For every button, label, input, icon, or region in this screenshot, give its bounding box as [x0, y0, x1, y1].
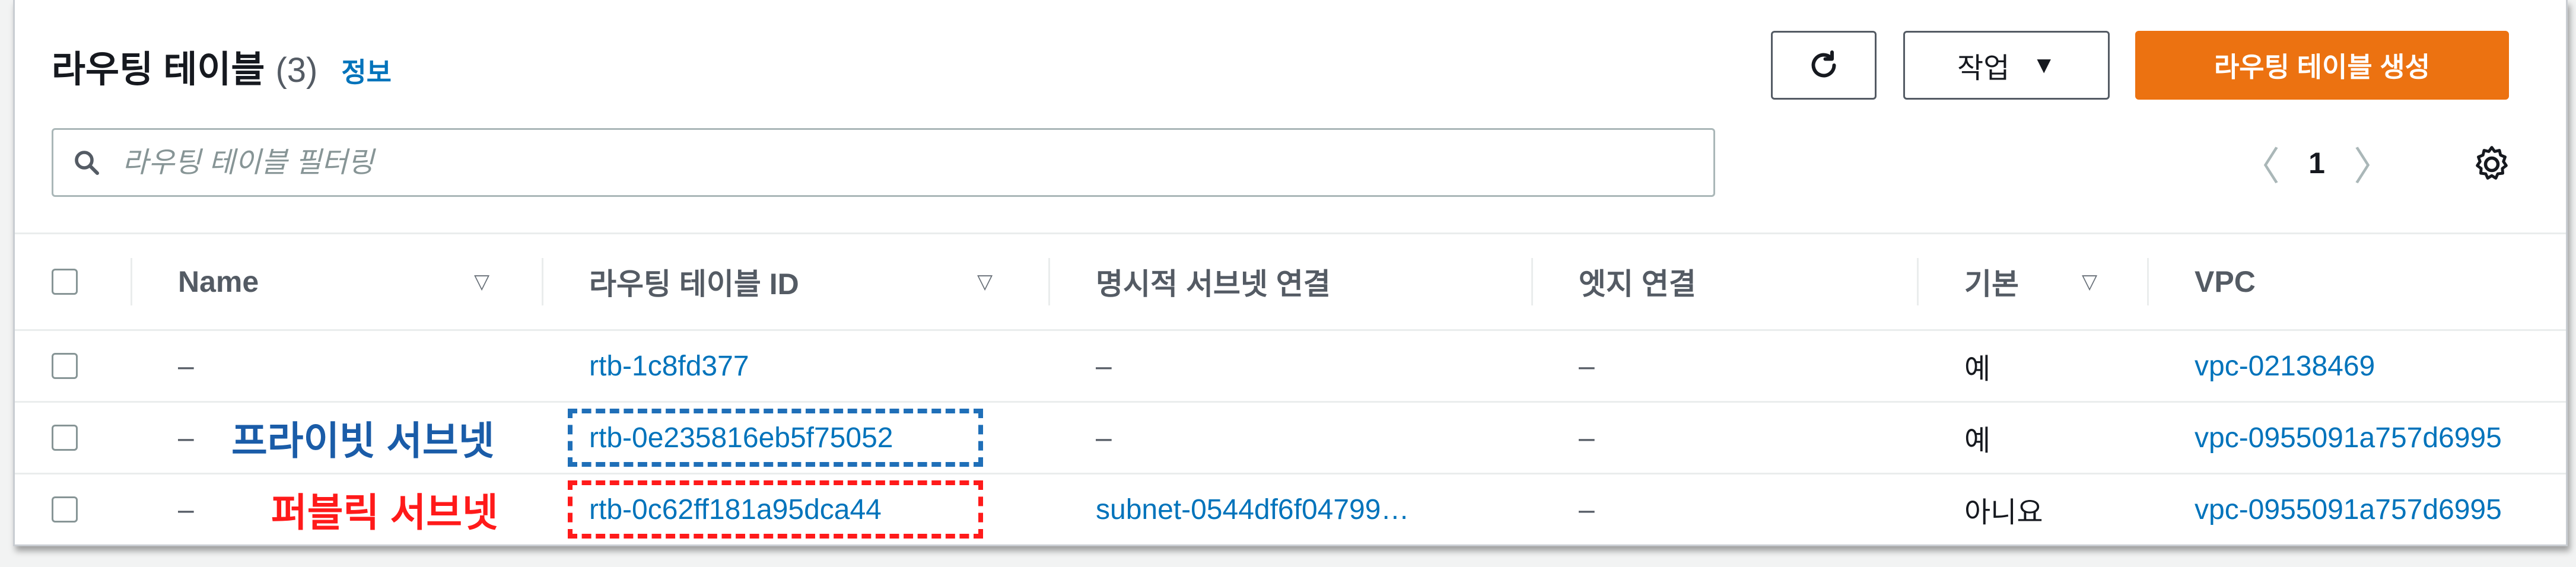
table-header-row: Name ▽ 라우팅 테이블 ID ▽ 명시적 서브넷 연결 엣지 연결 기본 …	[15, 234, 2566, 331]
filter-search-box[interactable]	[52, 128, 1715, 197]
column-header-route-table-id[interactable]: 라우팅 테이블 ID	[589, 234, 799, 329]
sort-icon[interactable]: ▽	[977, 234, 993, 329]
refresh-icon	[1811, 50, 1836, 78]
table-row[interactable]: – 퍼블릭 서브넷 rtb-0c62ff181a95dca44 subnet-0…	[15, 474, 2566, 544]
pagination: 〈 1 〉	[2234, 136, 2400, 190]
cell-name: –	[178, 350, 194, 382]
filter-input[interactable]	[121, 145, 1713, 180]
cell-vpc-link[interactable]: vpc-02138469	[2195, 331, 2375, 401]
previous-page-button[interactable]: 〈	[2234, 135, 2287, 192]
cell-edge: –	[1579, 422, 1595, 454]
column-header-name[interactable]: Name	[178, 234, 259, 329]
route-tables-panel: 라우팅 테이블 (3) 정보 작업 ▼ 라우팅 테이블 생성 〈 1 〉	[13, 0, 2568, 546]
column-separator	[1048, 258, 1050, 305]
cell-route-table-id-link[interactable]: rtb-0e235816eb5f75052	[589, 403, 893, 473]
search-icon	[72, 148, 101, 177]
cell-vpc-link[interactable]: vpc-0955091a757d6995	[2195, 403, 2502, 473]
cell-name: –	[178, 493, 194, 525]
page-number-button[interactable]: 1	[2287, 146, 2346, 180]
cell-explicit-subnet-link[interactable]: subnet-0544df6f04799…	[1096, 474, 1409, 544]
column-separator	[2147, 258, 2149, 305]
next-page-button[interactable]: 〉	[2346, 135, 2400, 192]
info-link[interactable]: 정보	[341, 51, 392, 90]
route-tables-table: Name ▽ 라우팅 테이블 ID ▽ 명시적 서브넷 연결 엣지 연결 기본 …	[15, 234, 2566, 544]
table-row[interactable]: – rtb-1c8fd377 – – 예 vpc-02138469	[15, 331, 2566, 403]
table-settings-button[interactable]	[2470, 142, 2514, 186]
actions-dropdown-button[interactable]: 작업 ▼	[1903, 31, 2110, 100]
page-header: 라우팅 테이블 (3) 정보	[52, 39, 392, 93]
cell-vpc-link[interactable]: vpc-0955091a757d6995	[2195, 474, 2502, 544]
column-header-edge[interactable]: 엣지 연결	[1579, 234, 1696, 329]
select-all-checkbox[interactable]	[52, 269, 78, 295]
create-route-table-label: 라우팅 테이블 생성	[2214, 52, 2431, 82]
route-table-count: (3)	[275, 51, 318, 90]
refresh-button[interactable]	[1771, 31, 1877, 100]
private-subnet-annotation: 프라이빗 서브넷	[231, 419, 495, 463]
cell-route-table-id-link[interactable]: rtb-0c62ff181a95dca44	[589, 474, 882, 544]
cell-explicit-subnet: –	[1096, 350, 1112, 382]
column-separator	[542, 258, 543, 305]
create-route-table-button[interactable]: 라우팅 테이블 생성	[2135, 31, 2509, 100]
row-checkbox[interactable]	[52, 425, 78, 451]
page-title: 라우팅 테이블	[52, 49, 265, 90]
cell-route-table-id-link[interactable]: rtb-1c8fd377	[589, 331, 749, 401]
column-separator	[1917, 258, 1919, 305]
caret-down-icon: ▼	[2032, 52, 2056, 78]
sort-icon[interactable]: ▽	[474, 234, 489, 329]
cell-edge: –	[1579, 350, 1595, 382]
column-header-main[interactable]: 기본	[1964, 234, 2019, 329]
column-separator	[131, 258, 132, 305]
cell-main: 예	[1964, 353, 1991, 385]
gear-icon	[2476, 146, 2508, 180]
cell-main: 예	[1964, 425, 1991, 457]
row-checkbox[interactable]	[52, 353, 78, 379]
row-checkbox[interactable]	[52, 496, 78, 523]
public-subnet-annotation: 퍼블릭 서브넷	[271, 490, 498, 534]
sort-icon[interactable]: ▽	[2082, 234, 2097, 329]
cell-name: –	[178, 422, 194, 454]
column-header-explicit-subnet[interactable]: 명시적 서브넷 연결	[1096, 234, 1331, 329]
cell-edge: –	[1579, 493, 1595, 525]
table-row[interactable]: – 프라이빗 서브넷 rtb-0e235816eb5f75052 – – 예 v…	[15, 403, 2566, 474]
cell-explicit-subnet: –	[1096, 422, 1112, 454]
column-header-vpc[interactable]: VPC	[2195, 234, 2256, 329]
cell-main: 아니요	[1964, 497, 2043, 528]
column-separator	[1531, 258, 1533, 305]
actions-label: 작업	[1957, 53, 2010, 84]
